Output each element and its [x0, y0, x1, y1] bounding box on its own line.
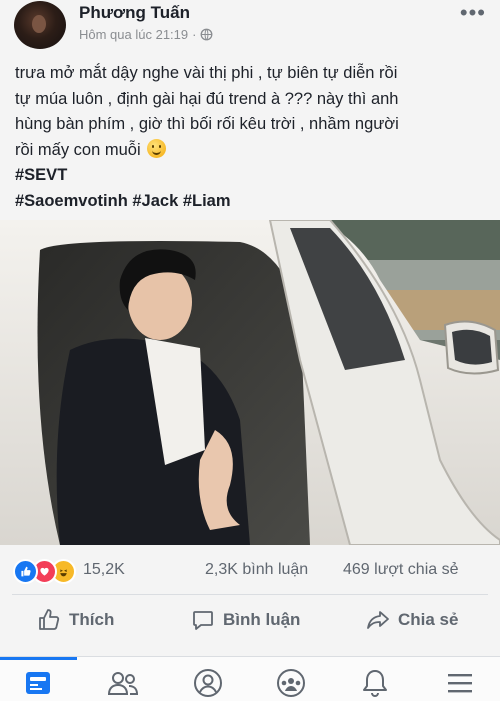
comment-icon: [193, 611, 213, 630]
post-actions: Thích Bình luận Chia sẻ: [0, 600, 500, 644]
hashtag-sevt[interactable]: #SEVT: [15, 163, 485, 189]
post-body: trưa mở mắt dậy nghe vài thị phi , tự bi…: [15, 61, 485, 214]
post-text-line-last: rồi mấy con muỗi: [15, 138, 485, 164]
groups-icon[interactable]: [274, 666, 308, 700]
more-options-icon[interactable]: •••: [460, 2, 486, 24]
comment-count[interactable]: 2,3K bình luận: [205, 561, 308, 579]
divider: [12, 594, 488, 595]
comment-button-label: Bình luận: [223, 610, 301, 629]
post-text-line: hùng bàn phím , giờ thì bối rối kêu trời…: [15, 115, 399, 133]
author-avatar[interactable]: [14, 1, 66, 49]
share-button[interactable]: Chia sẻ: [366, 608, 458, 632]
post-text-line: rồi mấy con muỗi: [15, 140, 141, 159]
friends-icon[interactable]: [106, 666, 140, 700]
post-text-line: tự múa luôn , định gài hại đú trend à ??…: [15, 89, 399, 108]
post-timestamp[interactable]: Hôm qua lúc 21:19: [79, 27, 188, 42]
post-header: Phương Tuấn Hôm qua lúc 21:19 · •••: [0, 0, 500, 55]
profile-icon[interactable]: [191, 666, 225, 700]
hashtag-line[interactable]: #Saoemvotinh #Jack #Liam: [15, 189, 485, 215]
reaction-icons[interactable]: [13, 559, 76, 584]
smile-emoji-icon: [147, 138, 167, 158]
like-button[interactable]: Thích: [37, 608, 114, 632]
photo-illustration: [0, 220, 500, 545]
notifications-bell-icon[interactable]: [358, 666, 392, 700]
like-reaction-icon: [13, 559, 38, 584]
globe-icon: [201, 28, 213, 41]
active-tab-indicator: [0, 657, 77, 660]
menu-hamburger-icon[interactable]: [443, 666, 477, 700]
thumbs-up-icon: [39, 609, 60, 630]
meta-separator: ·: [192, 27, 197, 42]
comment-button[interactable]: Bình luận: [191, 608, 300, 632]
post-meta: Hôm qua lúc 21:19 ·: [79, 27, 213, 42]
like-button-label: Thích: [69, 610, 115, 629]
post-text-line: trưa mở mắt dậy nghe vài thị phi , tự bi…: [15, 64, 398, 82]
share-arrow-icon: [367, 611, 389, 629]
bottom-nav: [0, 656, 500, 701]
share-count[interactable]: 469 lượt chia sẻ: [343, 561, 458, 579]
share-button-label: Chia sẻ: [398, 610, 459, 629]
reaction-count[interactable]: 15,2K: [83, 561, 125, 579]
reactions-bar: 15,2K 2,3K bình luận 469 lượt chia sẻ: [0, 555, 500, 587]
author-name[interactable]: Phương Tuấn: [79, 3, 190, 23]
news-feed-icon[interactable]: [21, 666, 55, 700]
post-photo[interactable]: [0, 220, 500, 545]
